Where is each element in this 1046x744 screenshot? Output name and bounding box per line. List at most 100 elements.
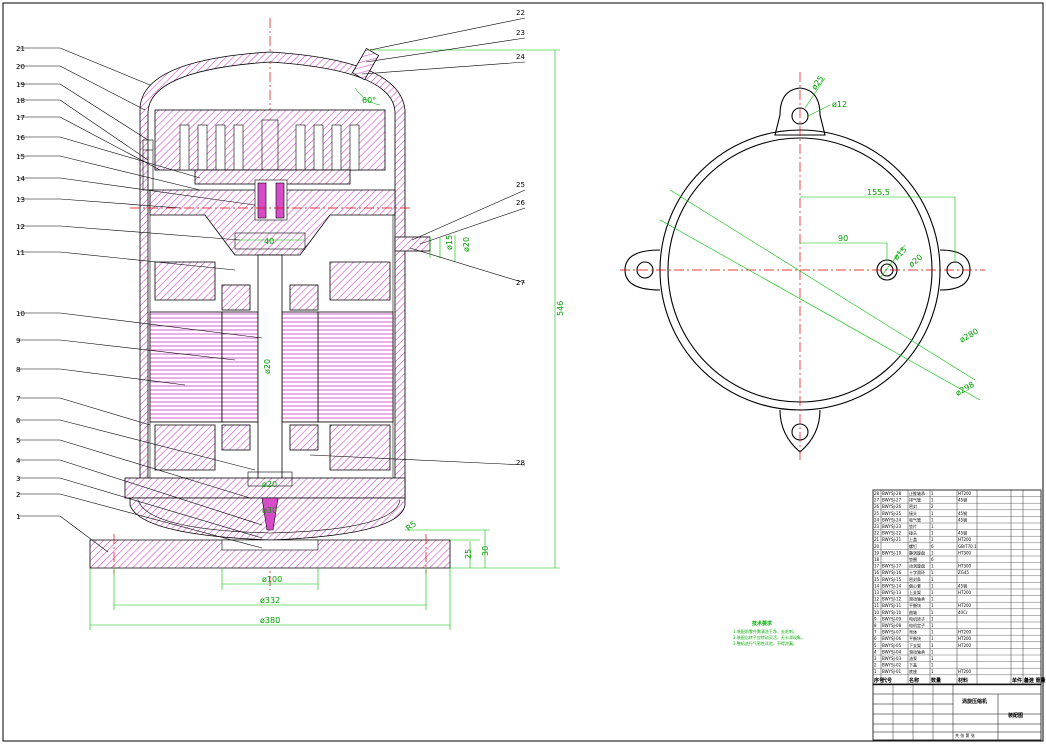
bom-cell-name: 电机定子 [909,622,925,628]
bom-cell-mat: HT200 [958,643,972,648]
callout-23: 23 [516,29,525,37]
dim-base-1: 25 [464,549,473,559]
bom-cell-name: 十字滑环 [909,569,925,575]
bom-cell-no: 26 [874,504,880,509]
bom-cell-code: BWYSJ-19 [882,550,902,555]
bom-cell-qty: 1 [931,577,934,582]
bom-cell-code: BWYSJ-25 [882,511,902,516]
dim-pipe-2: ø20 [462,237,471,252]
callout-27: 27 [516,279,525,287]
bom-cell-code: BWYSJ-21 [882,537,902,542]
technical-requirements: 技术要求 1.装配前零件需清洗干净，去毛刺。 2.装配后转子应转动灵活，无卡滞现… [733,620,805,646]
bom-cell-mat: HT200 [958,603,972,608]
bom-cell-qty: 1 [931,656,934,661]
bom-cell-code: BWYSJ-01 [882,669,902,674]
bom-cell-no: 11 [874,603,880,608]
bom-cell-qty: 1 [931,511,934,516]
bom-cell-mat: HT200 [958,590,972,595]
dim-shaft-4: ø30 [262,506,277,515]
callout-21: 21 [16,45,25,53]
callout-2: 2 [16,491,20,499]
sheet-count: 共 张 第 张 [955,732,975,738]
bom-cell-qty: 1 [931,498,934,503]
bom-cell-qty: 1 [931,564,934,569]
callout-9: 9 [16,337,20,345]
callout-25: 25 [516,181,525,189]
bom-cell-mat: ZG45 [958,570,969,575]
bom-cell-name: 上盖 [909,536,917,542]
bom-cell-qty: 1 [931,524,934,529]
callout-5: 5 [16,437,20,445]
callout-7: 7 [16,395,20,403]
dim-pipe-1: ø15 [445,235,454,250]
bom-cell-qty: 1 [931,623,934,628]
plan-view: 155.5 90 ø280 ø298 ø15 ø20 ø25 ø12 [620,72,985,460]
callout-12: 12 [16,223,25,231]
bom-cell-name: 密封 [909,503,917,509]
bom-header-note: 备注 [1023,677,1034,684]
bom-cell-mat: HT200 [958,669,972,674]
bom-cell-no: 23 [874,524,880,529]
bom-cell-qty: 1 [931,669,934,674]
bom-cell-code: BWYSJ-05 [882,643,902,648]
dim-d-inner: ø100 [262,575,282,584]
tech-req-line-3: 3.整机进行气密性试验，不得泄漏。 [733,640,797,646]
bom-cell-code: BWYSJ-10 [882,610,902,615]
callout-10: 10 [16,310,25,318]
bom-cell-name: 底座 [909,668,917,674]
callout-26: 26 [516,199,525,207]
bom-cell-code: BWYSJ-23 [882,524,902,529]
callout-19: 19 [16,81,25,89]
drawing-sheet: 40 ø20 ø20 ø30 546 60° ø15 ø20 25 30 R5 … [2,2,1045,742]
callout-18: 18 [16,97,25,105]
callout-15: 15 [16,153,25,161]
bom-cell-mat: 45钢 [958,497,967,503]
bom-cell-code: BWYSJ-11 [882,603,902,608]
bom-cell-code: BWYSJ-04 [882,649,902,654]
bom-cell-no: 8 [874,623,877,628]
bom-header-mat: 材料 [958,677,968,684]
bom-cell-name: 下支架 [909,642,921,648]
bom-cell-no: 14 [874,583,880,588]
dim-lug-hole: ø25 [810,74,826,92]
dim-port-1: ø15 [892,245,909,262]
bom-cell-qty: 1 [931,643,934,648]
bom-cell-qty: 1 [931,517,934,522]
dim-port-2: ø20 [907,253,924,270]
drawing-name: 涡旋压缩机 [962,698,987,705]
dim-offset-short: 90 [838,234,848,243]
bom-cell-mat: HT200 [958,491,972,496]
bom-cell-mat: 45钢 [958,582,967,588]
bom-cell-no: 15 [874,577,880,582]
dim-height: 546 [556,301,565,316]
dim-shell-inner: ø280 [958,327,980,345]
bom-cell-qty: 1 [931,610,934,615]
dim-base-2: 30 [481,546,490,556]
callout-13: 13 [16,196,25,204]
bom-cell-name: 偏心套 [909,582,921,588]
bom-cell-qty: 1 [931,663,934,668]
bom-cell-name: 止推轴承 [909,490,925,496]
bom-cell-no: 18 [874,557,880,562]
drawing-label: 装配图 [1007,712,1023,719]
dim-shaft-1: 40 [264,237,274,246]
bom-cell-name: 曲轴 [909,609,917,615]
callout-20: 20 [16,63,25,71]
section-view: 40 ø20 ø20 ø30 546 60° ø15 ø20 25 30 R5 … [89,18,565,630]
tech-req-title: 技术要求 [752,620,773,627]
bom-cell-name: 静涡旋盘 [909,549,925,555]
bom-cell-qty: 1 [931,590,934,595]
dim-angle: 60° [362,96,376,105]
bom-cell-code: BWYSJ-22 [882,531,902,536]
bom-cell-no: 21 [874,537,880,542]
bom-cell-qty: 1 [931,531,934,536]
callout-16: 16 [16,134,25,142]
bom-cell-no: 20 [874,544,880,549]
bom-cell-code: BWYSJ-08 [882,623,902,628]
bom-cell-qty: 1 [931,649,934,654]
bom-cell-code: BWYSJ-28 [882,491,902,496]
bom-cell-no: 27 [874,498,880,503]
bom-cell-name: 平衡块 [909,635,921,641]
bom-cell-qty: 1 [931,491,934,496]
bom-cell-mat: 40Cr [958,610,968,615]
